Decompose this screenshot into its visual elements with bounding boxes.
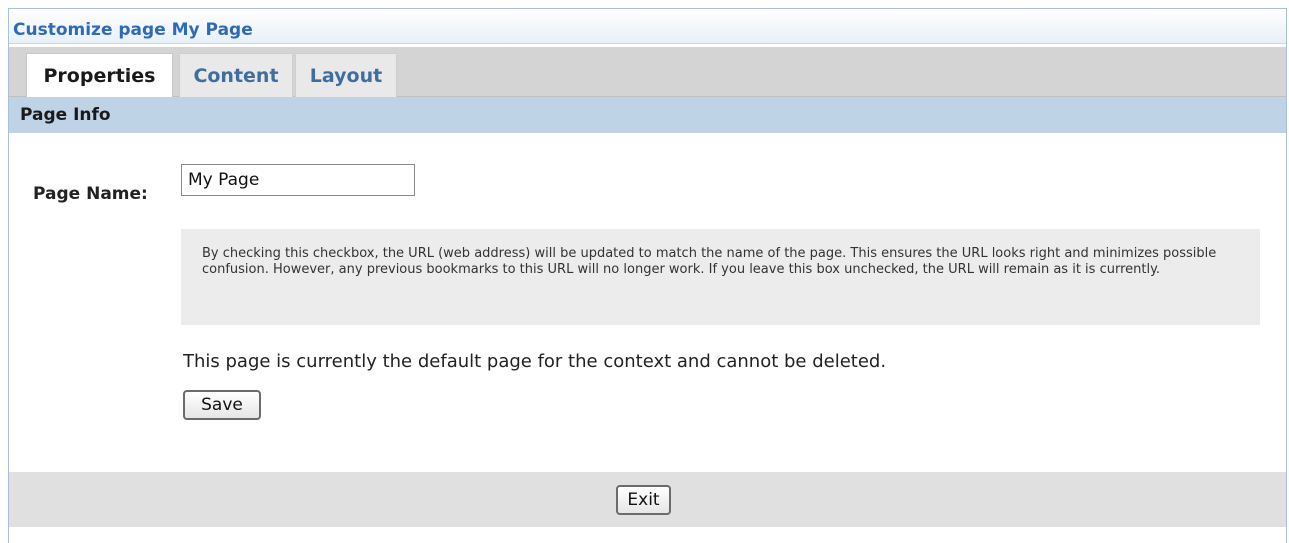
default-page-note: This page is currently the default page … xyxy=(183,351,887,372)
exit-button[interactable]: Exit xyxy=(616,485,671,515)
page-name-input[interactable] xyxy=(181,164,415,196)
customize-page-panel: Customize page My Page Properties Conten… xyxy=(8,8,1287,543)
footer-bar: Exit xyxy=(9,472,1286,527)
tab-layout[interactable]: Layout xyxy=(295,53,397,97)
url-update-info-box: By checking this checkbox, the URL (web … xyxy=(181,229,1260,325)
title-bar: Customize page My Page xyxy=(9,9,1286,44)
tab-properties[interactable]: Properties xyxy=(26,53,173,97)
section-title: Page Info xyxy=(20,105,111,125)
page-name-label: Page Name: xyxy=(33,184,148,204)
tab-content[interactable]: Content xyxy=(179,53,293,97)
tab-strip: Properties Content Layout xyxy=(9,47,1286,97)
save-button[interactable]: Save xyxy=(183,390,261,420)
section-header-page-info: Page Info xyxy=(9,97,1286,133)
page-title: Customize page My Page xyxy=(13,20,253,40)
